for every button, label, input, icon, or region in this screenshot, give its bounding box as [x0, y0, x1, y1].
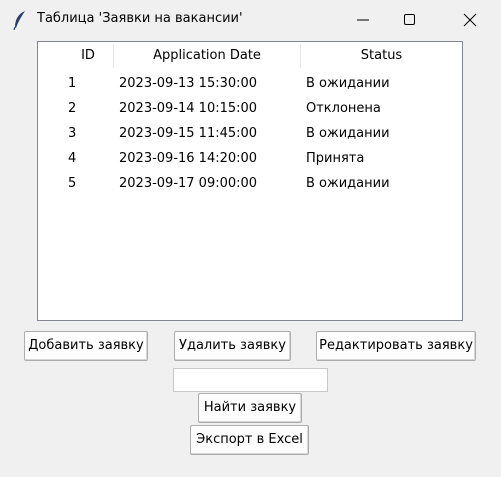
- cell-date: 2023-09-14 10:15:00: [119, 101, 258, 116]
- cell-status: В ожидании: [306, 176, 390, 191]
- minimize-icon: [357, 19, 369, 21]
- cell-id: 2: [68, 101, 77, 116]
- cell-date: 2023-09-17 09:00:00: [119, 176, 258, 191]
- window-title: Таблица 'Заявки на вакансии': [37, 11, 243, 26]
- table-row[interactable]: 3 2023-09-15 11:45:00 В ожидании: [38, 121, 462, 146]
- export-excel-button[interactable]: Экспорт в Excel: [190, 425, 309, 455]
- column-header-status[interactable]: Status: [301, 42, 462, 70]
- table-row[interactable]: 4 2023-09-16 14:20:00 Принята: [38, 146, 462, 171]
- feather-app-icon: [12, 10, 28, 31]
- cell-id: 4: [68, 151, 77, 166]
- minimize-button[interactable]: [341, 0, 387, 40]
- close-button[interactable]: [447, 0, 493, 40]
- delete-application-button[interactable]: Удалить заявку: [174, 331, 291, 361]
- cell-date: 2023-09-13 15:30:00: [119, 76, 258, 91]
- find-application-button[interactable]: Найти заявку: [198, 393, 302, 423]
- title-bar[interactable]: Таблица 'Заявки на вакансии': [0, 0, 501, 40]
- applications-table[interactable]: ID Application Date Status 1 2023-09-13 …: [37, 41, 463, 321]
- cell-status: В ожидании: [306, 126, 390, 141]
- column-header-date[interactable]: Application Date: [114, 42, 300, 70]
- table-row[interactable]: 5 2023-09-17 09:00:00 В ожидании: [38, 171, 462, 196]
- cell-date: 2023-09-15 11:45:00: [119, 126, 258, 141]
- column-header-id[interactable]: ID: [63, 42, 113, 70]
- cell-id: 3: [68, 126, 77, 141]
- maximize-icon: [404, 14, 415, 25]
- close-icon: [463, 13, 477, 27]
- cell-id: 1: [68, 76, 77, 91]
- cell-id: 5: [68, 176, 77, 191]
- add-application-button[interactable]: Добавить заявку: [24, 331, 148, 361]
- cell-status: В ожидании: [306, 76, 390, 91]
- edit-application-button[interactable]: Редактировать заявку: [316, 331, 476, 361]
- cell-status: Отклонена: [306, 101, 381, 116]
- cell-status: Принята: [306, 151, 365, 166]
- search-input[interactable]: [173, 368, 328, 392]
- table-row[interactable]: 1 2023-09-13 15:30:00 В ожидании: [38, 71, 462, 96]
- cell-date: 2023-09-16 14:20:00: [119, 151, 258, 166]
- table-header: ID Application Date Status: [38, 42, 462, 70]
- maximize-button[interactable]: [387, 0, 433, 40]
- table-row[interactable]: 2 2023-09-14 10:15:00 Отклонена: [38, 96, 462, 121]
